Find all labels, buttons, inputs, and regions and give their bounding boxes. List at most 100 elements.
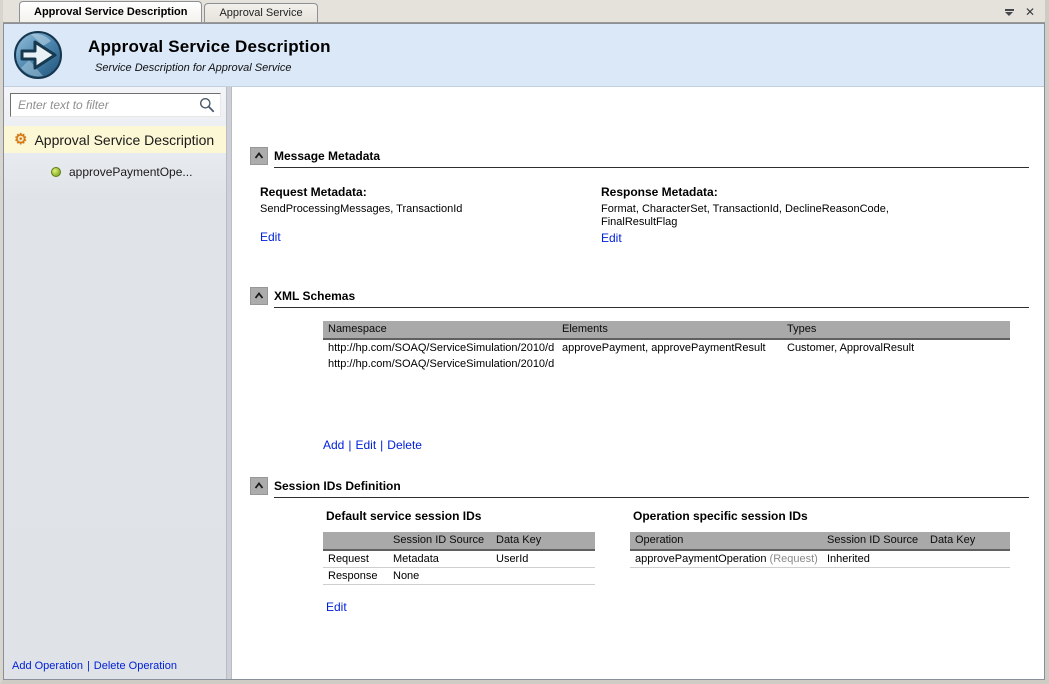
page-title: Approval Service Description xyxy=(88,37,331,57)
operation-status-icon xyxy=(51,167,61,177)
table-header-row: Namespace Elements Types xyxy=(323,321,1010,340)
delete-link[interactable]: Delete xyxy=(387,438,422,452)
tree-item-service-description[interactable]: ⚙ Approval Service Description xyxy=(4,126,226,153)
operation-session-ids-block: Operation specific session IDs Operation… xyxy=(630,509,1010,614)
section-message-metadata: Message Metadata Request Metadata: SendP… xyxy=(250,147,1029,245)
collapse-button[interactable] xyxy=(250,287,268,305)
operation-session-ids-heading: Operation specific session IDs xyxy=(630,509,1010,523)
session-ids-edit-link[interactable]: Edit xyxy=(326,600,347,614)
tab-label: Approval Service Description xyxy=(34,6,187,18)
column-header-key[interactable]: Data Key xyxy=(925,532,1010,549)
request-metadata-edit-link[interactable]: Edit xyxy=(260,230,281,244)
cell-source: Inherited xyxy=(822,551,925,567)
chevron-up-icon xyxy=(253,290,265,302)
table-row[interactable]: http://hp.com/SOAQ/ServiceSimulation/201… xyxy=(323,356,1010,372)
link-separator: | xyxy=(380,438,383,452)
section-title: Message Metadata xyxy=(274,149,380,163)
xml-schemas-table: Namespace Elements Types http://hp.com/S… xyxy=(323,321,1010,372)
table-row[interactable]: Request Metadata UserId xyxy=(323,551,595,568)
request-metadata-value: SendProcessingMessages, TransactionId xyxy=(260,203,594,216)
column-header-namespace[interactable]: Namespace xyxy=(323,321,557,338)
cell-namespace: http://hp.com/SOAQ/ServiceSimulation/201… xyxy=(323,356,557,372)
operation-session-ids-table: Operation Session ID Source Data Key app… xyxy=(630,532,1010,568)
filter-input[interactable] xyxy=(10,93,221,117)
add-operation-link[interactable]: Add Operation xyxy=(12,660,83,672)
response-metadata-label: Response Metadata: xyxy=(601,185,959,199)
gear-icon: ⚙ xyxy=(14,132,27,147)
tab-list-icon[interactable] xyxy=(1004,9,1015,16)
cell-message: Response xyxy=(323,568,388,584)
cell-elements: approvePayment, approvePaymentResult xyxy=(557,340,782,356)
filter-wrap xyxy=(10,93,221,117)
table-header-row: Operation Session ID Source Data Key xyxy=(630,532,1010,551)
request-metadata-block: Request Metadata: SendProcessingMessages… xyxy=(250,185,594,245)
default-session-ids-block: Default service session IDs Session ID S… xyxy=(323,509,595,614)
search-icon xyxy=(199,97,215,113)
table-row[interactable]: Response None xyxy=(323,568,595,585)
main-panel: Message Metadata Request Metadata: SendP… xyxy=(232,87,1044,679)
cell-elements xyxy=(557,356,782,372)
tab-approval-service[interactable]: Approval Service xyxy=(204,3,317,22)
response-metadata-edit-link[interactable]: Edit xyxy=(601,231,622,245)
column-header-operation[interactable]: Operation xyxy=(630,532,822,549)
default-session-ids-table: Session ID Source Data Key Request Metad… xyxy=(323,532,595,585)
tab-bar: Approval Service Description Approval Se… xyxy=(3,0,1045,23)
cell-key xyxy=(491,568,595,584)
tree-item-label: Approval Service Description xyxy=(34,132,214,148)
table-row[interactable]: http://hp.com/SOAQ/ServiceSimulation/201… xyxy=(323,340,1010,356)
section-title: XML Schemas xyxy=(274,289,355,303)
column-header-elements[interactable]: Elements xyxy=(557,321,782,338)
response-metadata-block: Response Metadata: Format, CharacterSet,… xyxy=(594,185,959,245)
tree-item-operation[interactable]: approvePaymentOpe... xyxy=(4,162,226,182)
cell-operation: approvePaymentOperation (Request) xyxy=(630,551,822,567)
delete-operation-link[interactable]: Delete Operation xyxy=(94,660,177,672)
add-link[interactable]: Add xyxy=(323,438,344,452)
collapse-button[interactable] xyxy=(250,477,268,495)
cell-source: None xyxy=(388,568,491,584)
table-row[interactable]: approvePaymentOperation (Request) Inheri… xyxy=(630,551,1010,568)
request-metadata-label: Request Metadata: xyxy=(260,185,594,199)
sidebar: ⚙ Approval Service Description approvePa… xyxy=(4,87,226,679)
column-header-source[interactable]: Session ID Source xyxy=(388,532,491,549)
page-subtitle: Service Description for Approval Service xyxy=(95,62,331,74)
column-header-source[interactable]: Session ID Source xyxy=(822,532,925,549)
chevron-up-icon xyxy=(253,150,265,162)
header-text: Approval Service Description Service Des… xyxy=(88,37,331,74)
table-header-row: Session ID Source Data Key xyxy=(323,532,595,551)
xml-schema-actions: Add|Edit|Delete xyxy=(323,438,1029,452)
column-header-key[interactable]: Data Key xyxy=(491,532,595,549)
section-session-ids: Session IDs Definition Default service s… xyxy=(250,477,1029,614)
cell-key xyxy=(925,551,1010,567)
cell-types: Customer, ApprovalResult xyxy=(782,340,1010,356)
tab-approval-service-description[interactable]: Approval Service Description xyxy=(19,1,202,22)
application-window: Approval Service Description Approval Se… xyxy=(0,0,1049,684)
chevron-up-icon xyxy=(253,480,265,492)
window-controls: ✕ xyxy=(1004,6,1045,22)
link-separator: | xyxy=(87,660,90,672)
content-frame: Approval Service Description Service Des… xyxy=(3,23,1045,680)
tab-label: Approval Service xyxy=(219,7,302,19)
tree-item-label: approvePaymentOpe... xyxy=(69,165,192,179)
cell-key: UserId xyxy=(491,551,595,567)
section-divider xyxy=(274,167,1029,168)
page-header: Approval Service Description Service Des… xyxy=(4,24,1044,87)
column-header-blank xyxy=(323,532,388,549)
section-xml-schemas: XML Schemas Namespace Elements Types htt… xyxy=(250,287,1029,452)
collapse-button[interactable] xyxy=(250,147,268,165)
cell-types xyxy=(782,356,1010,372)
cell-namespace: http://hp.com/SOAQ/ServiceSimulation/201… xyxy=(323,340,557,356)
service-arrow-icon xyxy=(13,30,63,80)
service-tree: ⚙ Approval Service Description approvePa… xyxy=(4,126,226,182)
close-icon[interactable]: ✕ xyxy=(1025,6,1035,18)
cell-source: Metadata xyxy=(388,551,491,567)
default-session-ids-heading: Default service session IDs xyxy=(323,509,595,523)
column-header-types[interactable]: Types xyxy=(782,321,1010,338)
operation-direction: (Request) xyxy=(770,553,818,565)
section-divider xyxy=(274,307,1029,308)
sidebar-footer: Add Operation | Delete Operation xyxy=(12,660,177,672)
section-title: Session IDs Definition xyxy=(274,479,401,493)
edit-link[interactable]: Edit xyxy=(355,438,376,452)
section-divider xyxy=(274,497,1029,498)
response-metadata-value: Format, CharacterSet, TransactionId, Dec… xyxy=(601,203,959,229)
cell-message: Request xyxy=(323,551,388,567)
